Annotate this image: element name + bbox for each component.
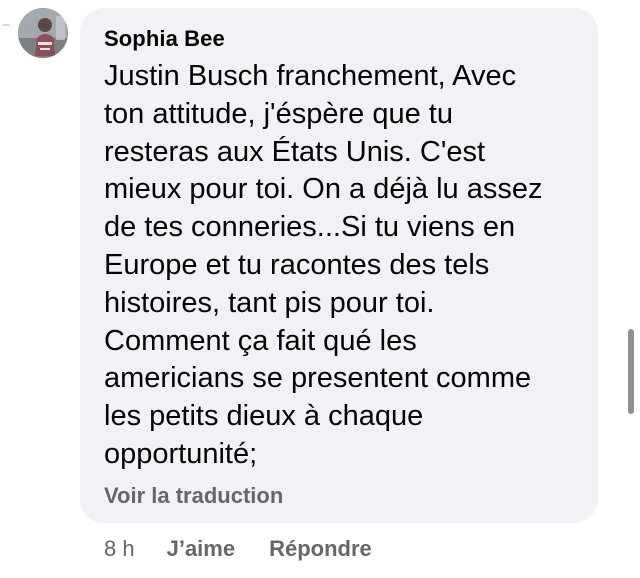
comment-bubble: Sophia Bee Justin Busch franchement, Ave… xyxy=(80,8,598,523)
see-translation-link[interactable]: Voir la traduction xyxy=(104,483,283,509)
reply-button[interactable]: Répondre xyxy=(269,536,372,562)
comment-timestamp[interactable]: 8 h xyxy=(104,536,135,562)
comment-text: Justin Busch franchement, Avec ton attit… xyxy=(104,60,543,470)
profile-photo-icon xyxy=(18,8,68,58)
like-button[interactable]: J’aime xyxy=(167,536,236,562)
thread-line xyxy=(2,24,10,26)
scrollbar[interactable] xyxy=(628,329,634,414)
avatar[interactable] xyxy=(18,8,68,58)
comment-actions: 8 h J’aime Répondre xyxy=(104,534,372,564)
comment-author[interactable]: Sophia Bee xyxy=(104,26,225,52)
